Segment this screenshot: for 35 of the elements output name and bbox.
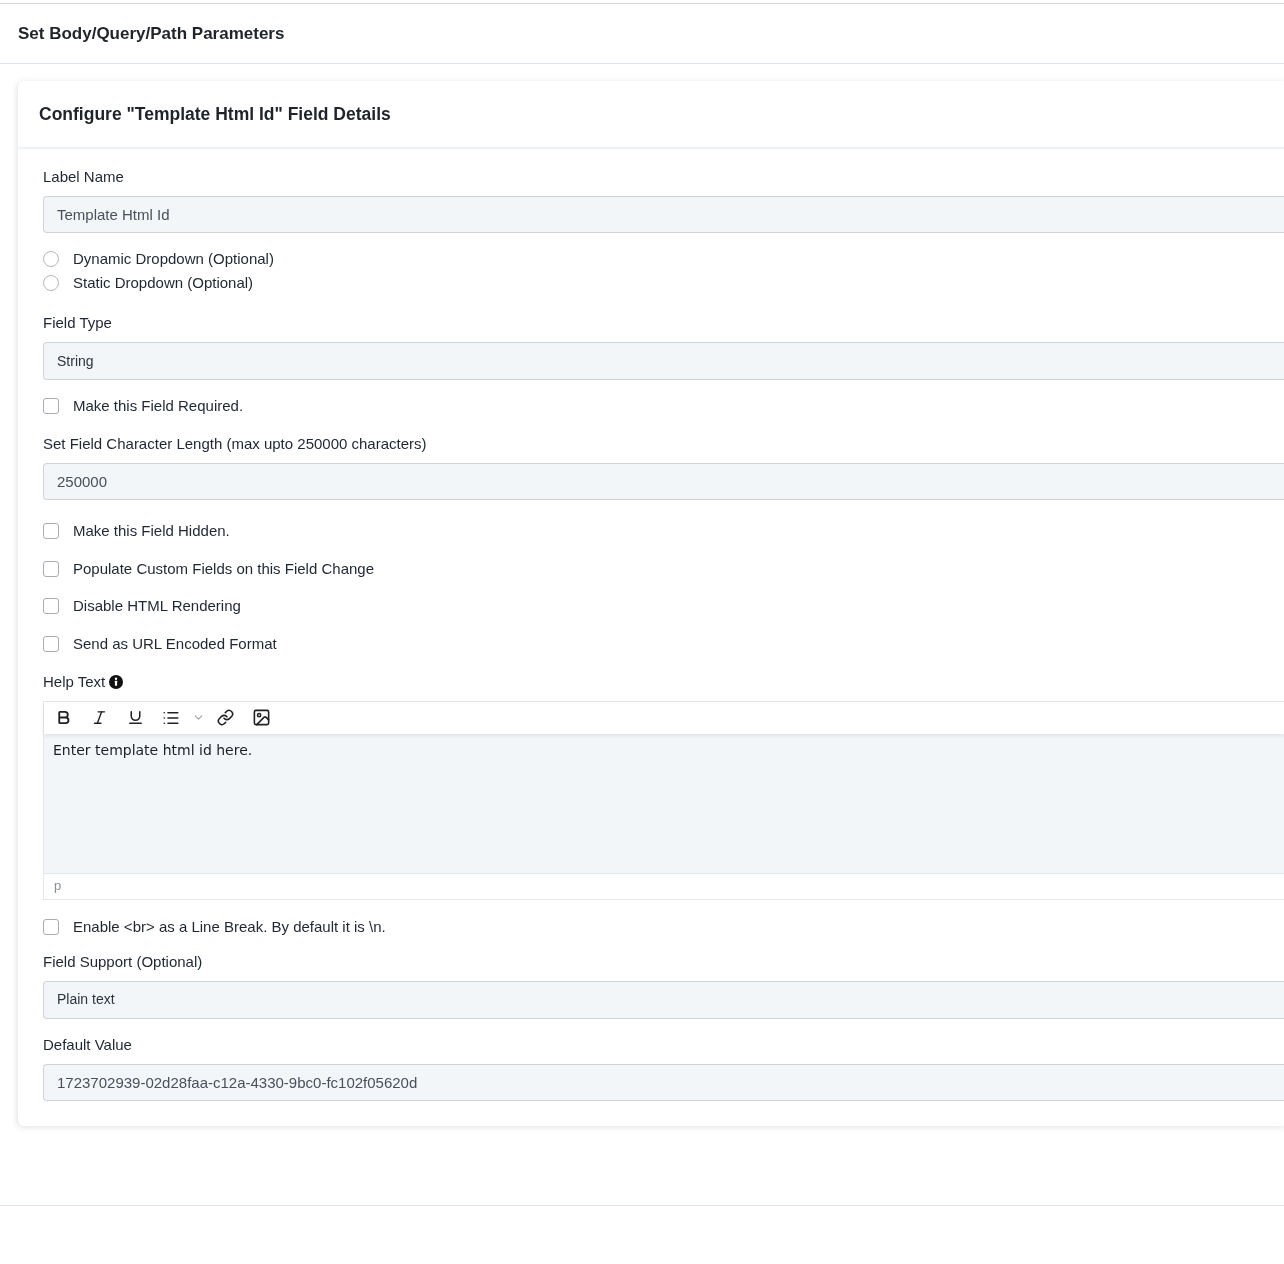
checkbox-label: Make this Field Hidden. <box>73 521 230 541</box>
card-title: Configure "Template Html Id" Field Details <box>39 102 391 126</box>
link-icon <box>216 709 234 726</box>
radio-label: Dynamic Dropdown (Optional) <box>73 249 274 269</box>
field-label: Default Value <box>43 1034 132 1055</box>
checkbox[interactable] <box>43 598 59 614</box>
text-field[interactable]: 250000 <box>43 463 1284 500</box>
checkbox-label: Disable HTML Rendering <box>73 596 241 616</box>
field-label: Field Support (Optional) <box>43 951 203 972</box>
checkbox-label: Populate Custom Fields on this Field Change <box>73 558 374 579</box>
info-icon <box>109 674 124 689</box>
field-label: Field Type <box>43 313 112 333</box>
checkbox[interactable] <box>43 560 59 577</box>
field-label: Set Field Character Length (max upto 250000 characters) <box>43 434 427 454</box>
editor-content-area[interactable]: Enter template html id here. <box>44 733 1284 874</box>
radio-button[interactable] <box>43 275 59 291</box>
select-field[interactable]: Plain text <box>43 980 1284 1019</box>
checkbox-label: Send as URL Encoded Format <box>73 633 277 654</box>
field-label: Label Name <box>43 167 124 187</box>
checkbox-label: Enable <br> as a Line Break. By default it is \n. <box>73 916 386 937</box>
checkbox[interactable] <box>43 523 59 539</box>
section-title: Set Body/Query/Path Parameters <box>18 22 285 45</box>
checkbox[interactable] <box>43 918 59 935</box>
radio-label: Static Dropdown (Optional) <box>73 273 254 293</box>
radio-button[interactable] <box>43 251 59 267</box>
text-field[interactable]: 1723702939-02d28faa-c12a-4330-9bc0-fc102f05620d <box>43 1063 1284 1101</box>
underline-icon <box>126 709 144 726</box>
element-path: p <box>54 878 62 894</box>
checkbox-label: Make this Field Required. <box>73 396 244 416</box>
field-label: Help Text <box>43 671 106 692</box>
checkbox[interactable] <box>43 635 59 652</box>
select-field[interactable]: String <box>43 342 1284 380</box>
image-icon <box>251 708 271 727</box>
checkbox[interactable] <box>43 398 59 414</box>
text-field[interactable]: Template Html Id <box>43 196 1284 233</box>
